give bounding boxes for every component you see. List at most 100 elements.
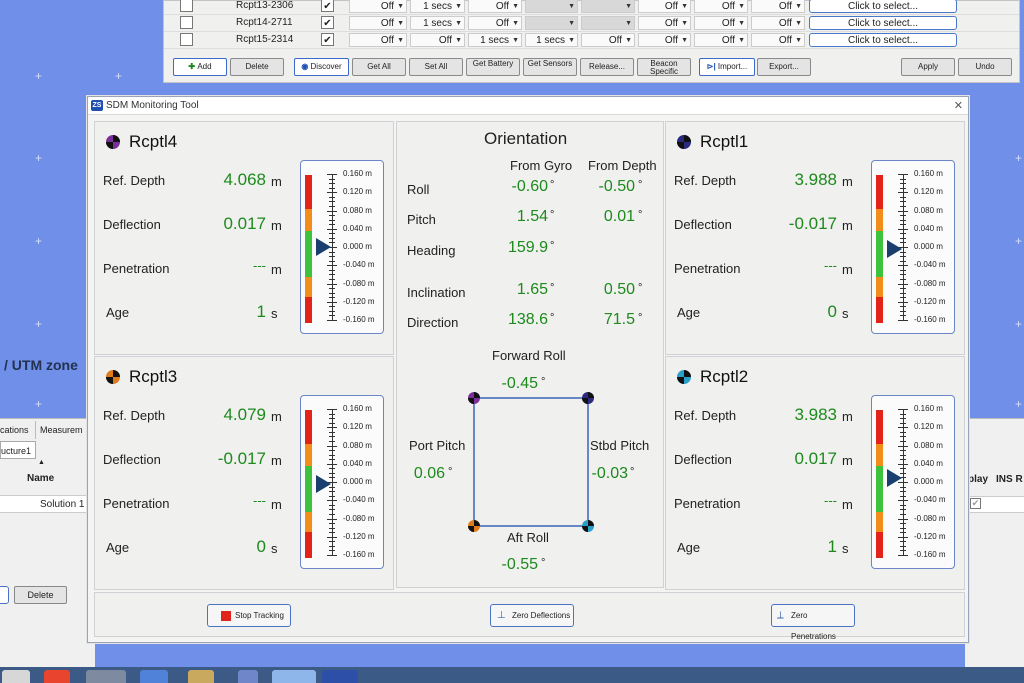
tab-structure[interactable]: ucture1 [0,441,36,459]
select-button[interactable]: Click to select... [809,33,957,47]
zero-deflections-button[interactable]: ⊥ Zero Deflections [490,604,574,627]
gauge-tick [327,228,337,230]
penetration-label: Penetration [674,261,741,276]
desktop-grid-mark: + [35,151,43,165]
title-bar[interactable]: ZS SDM Monitoring Tool ✕ [88,97,968,115]
dropdown[interactable]: Off [694,0,748,14]
desktop-grid-mark: + [35,69,43,83]
beacon-name: Rcpt13-2306 [236,0,294,11]
gauge-tick-label: -0.040 m [343,495,375,505]
get-all-button[interactable]: Get All [352,58,406,76]
dropdown[interactable]: Off [751,0,805,14]
pitch-depth-value: 0.01 [603,208,635,225]
gauge-tick [329,422,335,424]
gauge-tick-label: 0.080 m [914,440,943,450]
discover-button[interactable]: ◉ Discover [294,58,349,76]
deflection-label: Deflection [674,452,732,467]
degree-unit: ° [550,240,555,252]
dropdown[interactable]: Off [638,33,691,48]
table-row[interactable]: Rcpt13-2306 ✔ Off 1 secs Off Off Off Off… [164,0,1019,15]
unit-label: s [842,306,849,321]
import-button[interactable]: ⊳| Import... [699,58,755,76]
gauge-band [876,512,883,532]
select-button[interactable]: Click to select... [809,16,957,30]
left-highlight-button[interactable] [0,586,9,604]
dropdown[interactable]: Off [410,33,465,48]
dropdown[interactable] [581,0,635,14]
zero-penetrations-button[interactable]: ⟂ Zero Penetrations [771,604,855,641]
display-checkbox[interactable]: ✔ [970,498,981,509]
gauge-tick-label: -0.120 m [914,531,946,541]
dropdown[interactable]: Off [751,33,805,48]
enabled-checkbox[interactable]: ✔ [321,16,334,29]
pitch-gyro-value: 1.54 [516,208,548,225]
direction-label: Direction [407,315,459,330]
frame-diagram [468,392,594,532]
add-button[interactable]: ✚ Add [173,58,227,76]
get-sensors-button[interactable]: Get Sensors [523,58,577,76]
taskbar-app-icon[interactable] [272,670,316,683]
gauge-tick [900,315,906,317]
taskbar-app-icon[interactable] [238,670,258,683]
dropdown[interactable]: Off [349,16,407,31]
enabled-checkbox[interactable]: ✔ [321,0,334,12]
chrome-icon[interactable] [44,670,70,683]
dropdown[interactable] [525,16,578,31]
enabled-checkbox[interactable]: ✔ [321,33,334,46]
select-button[interactable]: Click to select... [809,0,957,13]
folder-icon[interactable] [188,670,214,683]
gauge-tick [900,288,906,290]
taskbar-app-icon[interactable] [86,670,126,683]
table-row[interactable]: Rcpt15-2314 ✔ Off Off 1 secs 1 secs Off … [164,32,1019,49]
row-checkbox[interactable] [180,33,193,46]
dropdown[interactable] [581,16,635,31]
dropdown[interactable]: 1 secs [410,0,465,14]
dropdown[interactable]: Off [694,16,748,31]
dropdown[interactable]: Off [468,16,522,31]
release-button[interactable]: Release... [580,58,634,76]
delete-solution-button[interactable]: Delete [14,586,67,604]
taskbar-app-icon[interactable] [140,670,168,683]
stop-tracking-button[interactable]: Stop Tracking [207,604,291,627]
dropdown[interactable]: Off [638,0,691,14]
set-all-button[interactable]: Set All [409,58,463,76]
table-row[interactable]: ✔ [965,496,1024,513]
column-header-ins[interactable]: INS R [996,474,1023,485]
unit-label: m [271,262,282,277]
beacon-specific-button[interactable]: Beacon Specific [637,58,691,76]
table-row[interactable]: Solution 1 [0,495,95,513]
gauge-tick-label: -0.040 m [914,260,946,270]
get-battery-button[interactable]: Get Battery [466,58,520,76]
dropdown[interactable]: 1 secs [525,33,578,48]
dropdown[interactable]: 1 secs [410,16,465,31]
gauge-band [305,532,312,558]
dropdown[interactable]: Off [349,33,407,48]
tab-locations[interactable]: cations [0,421,36,439]
dropdown[interactable]: Off [638,16,691,31]
gauge-tick [329,413,335,415]
dropdown[interactable]: Off [468,0,522,14]
desktop-grid-mark: + [1015,397,1023,411]
row-checkbox[interactable] [180,16,193,29]
dropdown[interactable]: Off [751,16,805,31]
export-button[interactable]: Export... [757,58,811,76]
undo-button[interactable]: Undo [958,58,1012,76]
dropdown[interactable]: Off [349,0,407,14]
sdm-taskbar-icon[interactable] [322,670,358,683]
close-icon[interactable]: ✕ [954,99,963,112]
dropdown[interactable]: Off [581,33,635,48]
delete-button[interactable]: Delete [230,58,284,76]
taskbar-app-icon[interactable] [2,670,30,683]
dropdown[interactable] [525,0,578,14]
column-header-display[interactable]: play [968,474,988,485]
inclination-gyro-value: 1.65 [516,281,548,298]
gauge-tick-label: -0.080 m [914,278,946,288]
apply-button[interactable]: Apply [901,58,955,76]
gauge-tick [329,527,335,529]
dropdown[interactable]: 1 secs [468,33,522,48]
row-checkbox[interactable] [180,0,193,12]
receptor-marker-rcptl4-icon [468,392,480,404]
dropdown[interactable]: Off [694,33,748,48]
table-row[interactable]: Rcpt14-2711 ✔ Off 1 secs Off Off Off Off… [164,15,1019,32]
column-header-name[interactable]: Name [27,473,54,484]
